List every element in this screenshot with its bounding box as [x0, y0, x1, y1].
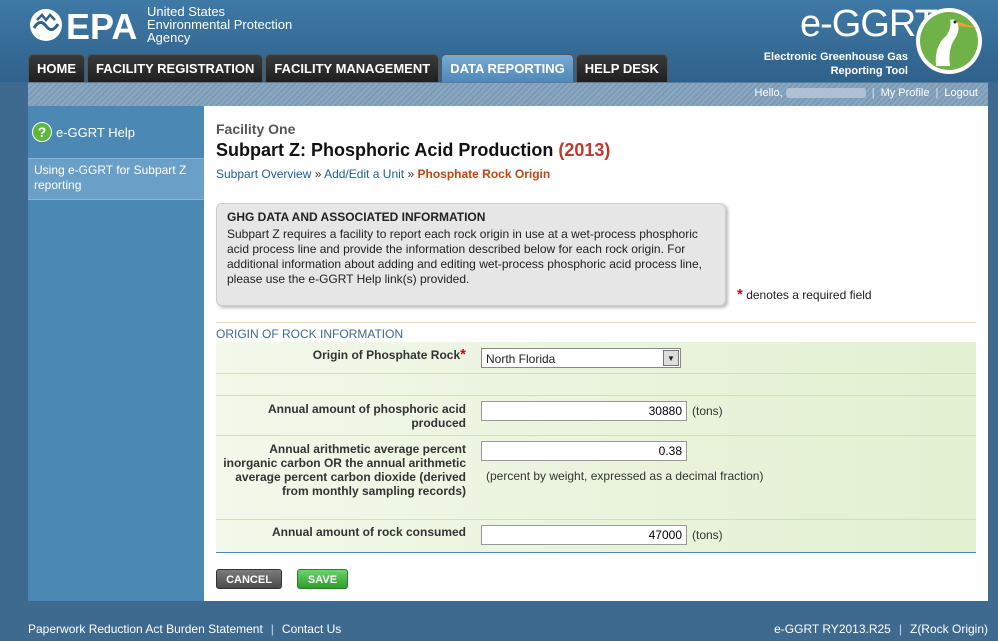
- origin-label: Origin of Phosphate Rock*: [216, 346, 466, 363]
- main-nav: HOME FACILITY REGISTRATION FACILITY MANA…: [28, 54, 668, 82]
- phosphoric-acid-row: Annual amount of phosphoric acid produce…: [216, 395, 976, 435]
- carbon-row: Annual arithmetic average percent inorga…: [216, 435, 976, 519]
- phosphoric-acid-unit: (tons): [692, 404, 723, 418]
- breadcrumb-current: Phosphate Rock Origin: [417, 167, 551, 181]
- egret-logo-icon: [916, 8, 982, 74]
- tab-facility-management[interactable]: FACILITY MANAGEMENT: [265, 54, 440, 82]
- phosphoric-acid-label: Annual amount of phosphoric acid produce…: [268, 402, 466, 430]
- help-question-icon: ?: [32, 122, 52, 142]
- rock-consumed-label: Annual amount of rock consumed: [271, 525, 466, 539]
- main-content: Facility One Subpart Z: Phosphoric Acid …: [204, 106, 988, 601]
- facility-name: Facility One: [216, 121, 296, 137]
- epa-logo[interactable]: EPA: [28, 6, 146, 44]
- footer-info: e-GGRT RY2013.R25 | Z(Rock Origin): [774, 622, 988, 636]
- rock-consumed-unit: (tons): [692, 528, 723, 542]
- separator: |: [871, 87, 875, 99]
- origin-select[interactable]: North Florida ▼: [481, 348, 681, 368]
- version-label: e-GGRT RY2013.R25: [774, 622, 891, 636]
- app-subtitle-line-2: Reporting Tool: [830, 65, 908, 77]
- footer: Paperwork Reduction Act Burden Statement…: [0, 617, 998, 641]
- user-links: Hello, | My Profile | Logout: [755, 87, 978, 99]
- save-button[interactable]: SAVE: [297, 569, 348, 589]
- help-header[interactable]: ? e-GGRT Help: [28, 106, 204, 158]
- breadcrumb-separator: »: [314, 167, 322, 181]
- origin-select-value: North Florida: [486, 352, 556, 366]
- my-profile-link[interactable]: My Profile: [881, 87, 930, 99]
- help-link-subpart-z[interactable]: Using e-GGRT for Subpart Z reporting: [28, 158, 204, 200]
- username-redacted: [785, 88, 866, 99]
- section-title: ORIGIN OF ROCK INFORMATION: [216, 327, 410, 341]
- tab-facility-registration[interactable]: FACILITY REGISTRATION: [87, 54, 264, 82]
- carbon-input[interactable]: [481, 441, 687, 461]
- app-subtitle-line-1: Electronic Greenhouse Gas: [763, 51, 908, 63]
- page-code: Z(Rock Origin): [909, 622, 988, 636]
- section-divider: [216, 322, 976, 323]
- info-heading: GHG DATA AND ASSOCIATED INFORMATION: [227, 210, 486, 224]
- page-title-text: Subpart Z: Phosphoric Acid Production: [216, 140, 554, 160]
- header: EPA United States Environmental Protecti…: [0, 0, 998, 82]
- rock-consumed-input[interactable]: [481, 525, 687, 545]
- separator: |: [935, 87, 939, 99]
- chevron-down-icon[interactable]: ▼: [663, 350, 679, 366]
- phosphoric-acid-input[interactable]: [481, 401, 687, 421]
- tab-home[interactable]: HOME: [28, 54, 85, 82]
- footer-links: Paperwork Reduction Act Burden Statement…: [28, 622, 341, 636]
- paperwork-link[interactable]: Paperwork Reduction Act Burden Statement: [28, 622, 263, 636]
- tab-data-reporting[interactable]: DATA REPORTING: [441, 54, 574, 82]
- agency-line-3: Agency: [147, 30, 191, 45]
- carbon-unit: (percent by weight, expressed as a decim…: [486, 469, 764, 483]
- contact-us-link[interactable]: Contact Us: [282, 622, 341, 636]
- separator: |: [270, 622, 274, 636]
- greeting-text: Hello,: [754, 87, 783, 99]
- page-title: Subpart Z: Phosphoric Acid Production (2…: [216, 140, 610, 161]
- breadcrumb-separator: »: [407, 167, 415, 181]
- required-star: *: [460, 346, 466, 363]
- agency-name: United States Environmental Protection A…: [147, 5, 292, 44]
- app-subtitle: Electronic Greenhouse Gas Reporting Tool: [740, 50, 908, 78]
- required-note-text: denotes a required field: [746, 288, 872, 302]
- info-box: GHG DATA AND ASSOCIATED INFORMATION Subp…: [216, 203, 726, 306]
- cancel-button[interactable]: CANCEL: [216, 569, 282, 589]
- separator: |: [898, 622, 902, 636]
- breadcrumb-subpart-overview[interactable]: Subpart Overview: [216, 167, 311, 181]
- rock-consumed-row: Annual amount of rock consumed (tons): [216, 519, 976, 553]
- origin-row: Origin of Phosphate Rock* North Florida …: [216, 342, 976, 373]
- greeting: Hello,: [755, 87, 866, 99]
- reporting-year: (2013): [558, 140, 611, 160]
- sidebar: ? e-GGRT Help Using e-GGRT for Subpart Z…: [28, 106, 204, 601]
- breadcrumb-add-edit-unit[interactable]: Add/Edit a Unit: [324, 167, 404, 181]
- required-note: * denotes a required field: [737, 286, 872, 303]
- carbon-label: Annual arithmetic average percent inorga…: [223, 442, 466, 498]
- spacer-row: [216, 373, 976, 395]
- epa-logo-text: EPA: [66, 6, 137, 44]
- info-body: Subpart Z requires a facility to report …: [227, 227, 702, 286]
- help-label: e-GGRT Help: [56, 125, 135, 140]
- required-star: *: [737, 286, 743, 303]
- tab-help-desk[interactable]: HELP DESK: [575, 54, 668, 82]
- origin-label-text: Origin of Phosphate Rock: [312, 348, 461, 362]
- logout-link[interactable]: Logout: [944, 87, 978, 99]
- breadcrumb: Subpart Overview » Add/Edit a Unit » Pho…: [216, 167, 550, 181]
- user-status-bar: Hello, | My Profile | Logout: [28, 82, 988, 106]
